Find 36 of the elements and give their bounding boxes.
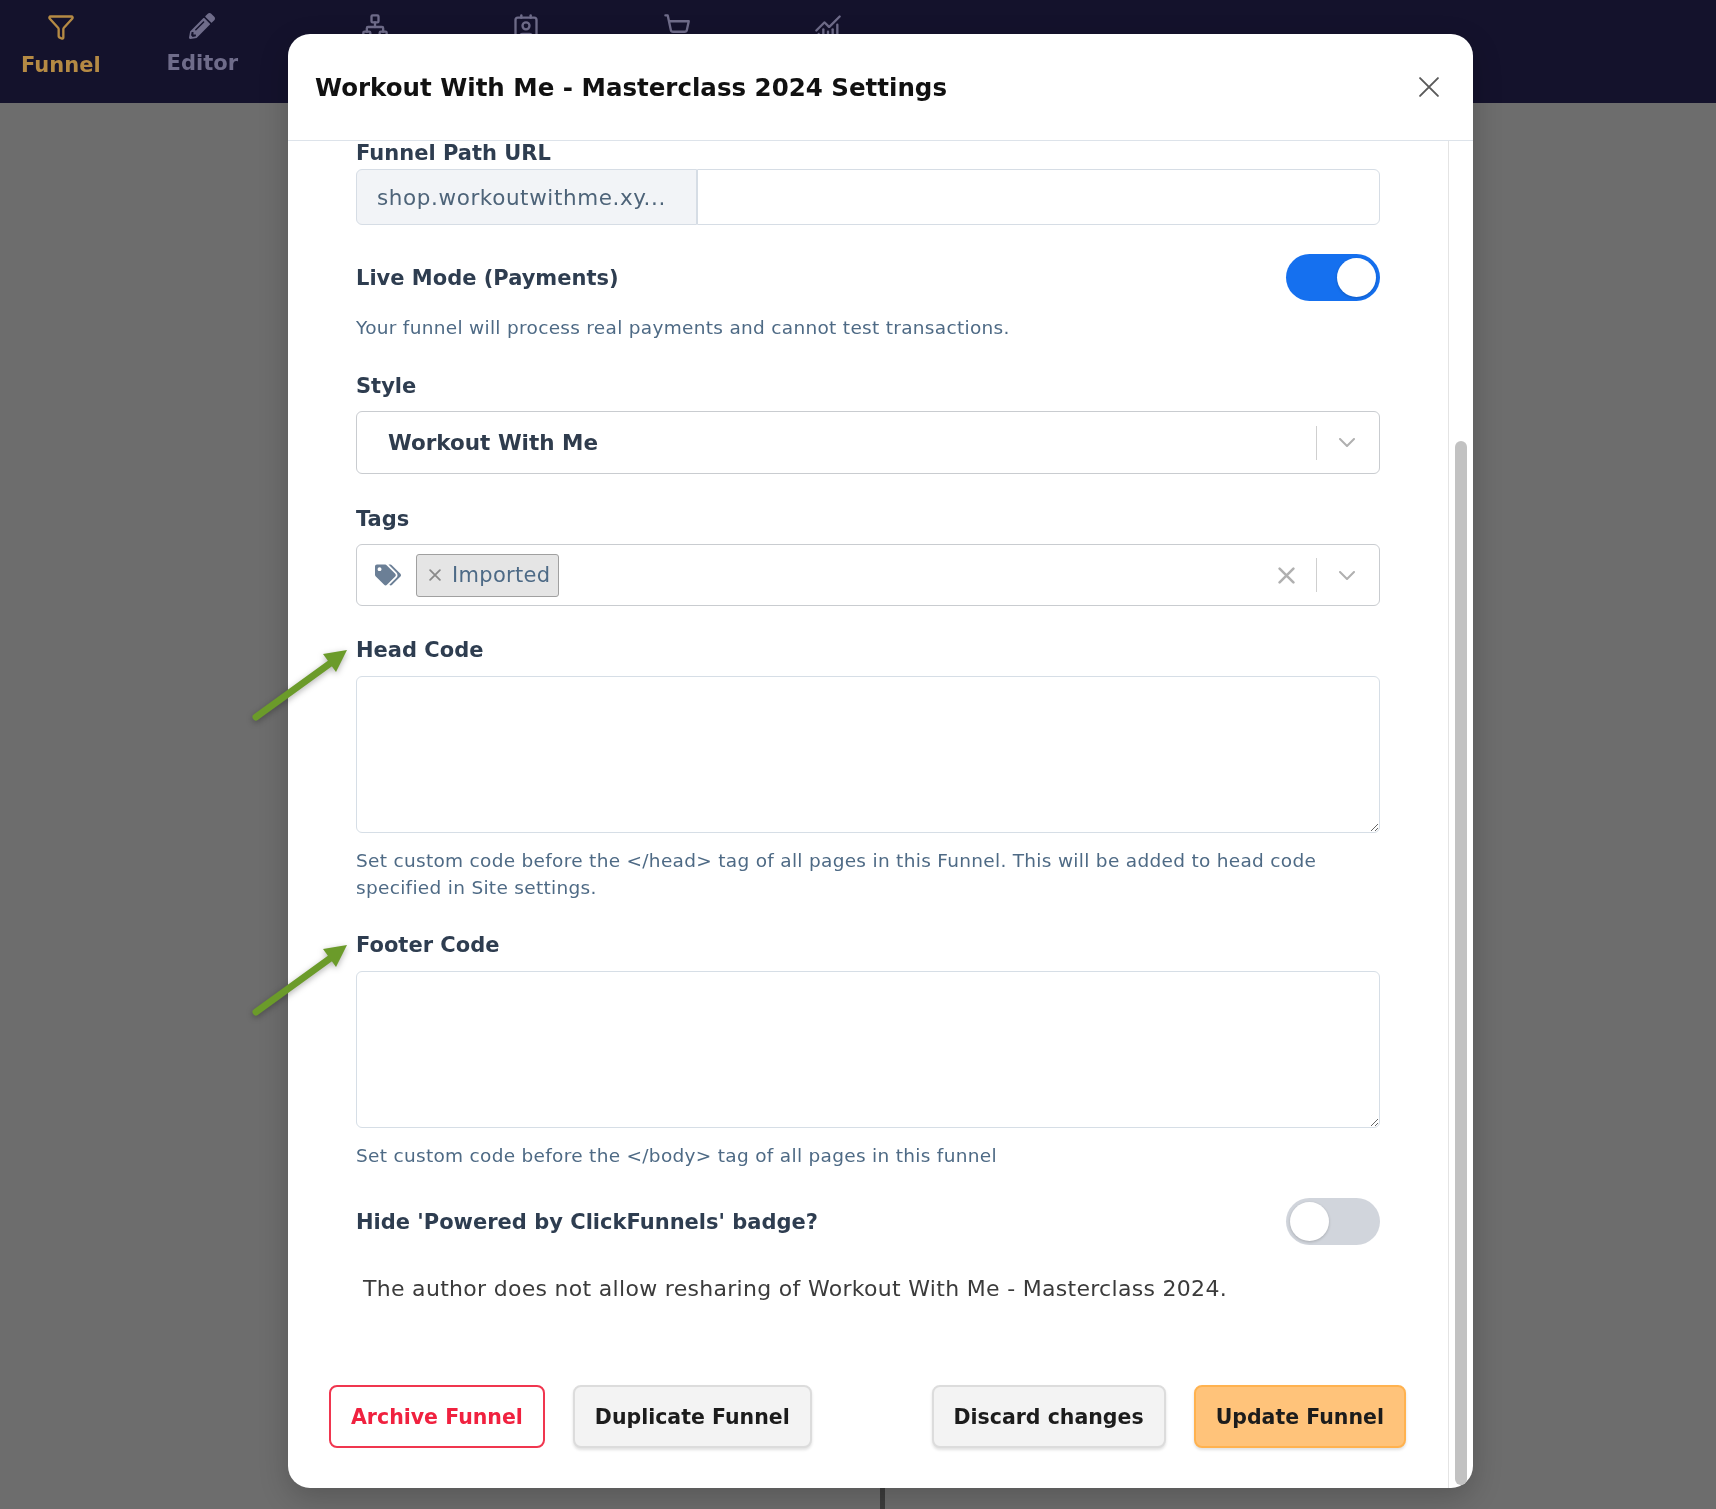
code-input-field[interactable]	[356, 971, 1380, 1128]
nav-tab[interactable]: Editor	[166, 13, 238, 76]
field-label: Live Mode (Payments)	[356, 264, 619, 291]
field-label: Tags	[356, 506, 411, 532]
chevron-down-icon	[1339, 438, 1355, 447]
action-button[interactable]: Archive Funnel	[329, 1385, 545, 1448]
toggle-switch[interactable]	[1286, 254, 1380, 301]
help-text: Set custom code before the </head> tag of all pages in this Funnel. This will be added to head code specified in Site settings.	[356, 849, 1318, 900]
tags-field[interactable]: Imported	[356, 544, 1380, 606]
code-input-field[interactable]	[356, 676, 1380, 833]
field-label: Style	[356, 373, 418, 399]
action-button[interactable]: Update Funnel	[1193, 1385, 1406, 1448]
field-label: Footer Code	[356, 932, 501, 958]
select-field[interactable]: Workout With Me	[356, 411, 1380, 474]
help-text: Set custom code before the </body> tag of all pages in this funnel	[356, 1144, 998, 1168]
remove-icon[interactable]	[429, 569, 441, 581]
url-input-field[interactable]	[697, 169, 1380, 225]
toggle-switch[interactable]	[1286, 1198, 1380, 1245]
pencil-icon	[189, 13, 216, 39]
field-label: Funnel Path URL	[356, 142, 552, 164]
chevron-down-icon	[1339, 570, 1355, 580]
help-text: Your funnel will process real payments and cannot test transactions.	[356, 316, 1011, 340]
field-label: Head Code	[356, 637, 485, 663]
action-button[interactable]: Duplicate Funnel	[572, 1385, 812, 1448]
dialog-title: Workout With Me - Masterclass 2024 Settings	[315, 72, 947, 102]
tags-icon	[375, 562, 401, 588]
action-button[interactable]: Discard changes	[931, 1385, 1166, 1448]
funnel-icon	[46, 13, 75, 41]
close-icon	[1418, 76, 1440, 98]
field-label: Hide 'Powered by ClickFunnels' badge?	[356, 1208, 818, 1235]
scrollbar-thumb[interactable]	[1455, 441, 1467, 1485]
clear-icon[interactable]	[1278, 566, 1295, 584]
url-prefix: shop.workoutwithme.xy...	[356, 169, 697, 225]
tag-label: Imported	[452, 563, 551, 587]
nav-tab[interactable]: Funnel	[21, 13, 101, 78]
notice-text: The author does not allow resharing of Workout With Me - Masterclass 2024.	[362, 1275, 1228, 1303]
